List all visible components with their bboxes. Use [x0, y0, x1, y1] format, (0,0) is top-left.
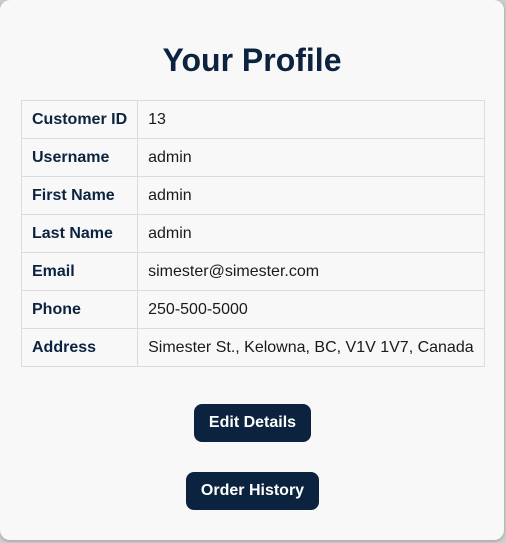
row-label: Address: [20, 328, 139, 367]
order-history-button[interactable]: Order History: [186, 472, 319, 510]
row-label: Email: [20, 252, 139, 291]
table-row-address: Address Simester St., Kelowna, BC, V1V 1…: [20, 328, 485, 367]
row-value: admin: [137, 214, 485, 253]
profile-table: Customer ID 13 Username admin First Name…: [20, 100, 485, 367]
table-row-username: Username admin: [20, 138, 485, 177]
row-value: simester@simester.com: [137, 252, 485, 291]
row-label: Customer ID: [20, 100, 139, 139]
table-row-customer-id: Customer ID 13: [20, 100, 485, 139]
row-label: Username: [20, 138, 139, 177]
row-value: Simester St., Kelowna, BC, V1V 1V7, Cana…: [137, 328, 485, 367]
edit-details-button[interactable]: Edit Details: [194, 404, 311, 442]
table-row-first-name: First Name admin: [20, 176, 485, 215]
table-row-last-name: Last Name admin: [20, 214, 485, 253]
row-value: 250-500-5000: [137, 290, 485, 329]
row-label: Phone: [20, 290, 139, 329]
row-label: Last Name: [20, 214, 139, 253]
row-value: 13: [137, 100, 485, 139]
row-label: First Name: [20, 176, 139, 215]
table-row-phone: Phone 250-500-5000: [20, 290, 485, 329]
row-value: admin: [137, 138, 485, 177]
table-row-email: Email simester@simester.com: [20, 252, 485, 291]
row-value: admin: [137, 176, 485, 215]
profile-card: Your Profile Customer ID 13 Username adm…: [0, 0, 504, 540]
page-title: Your Profile: [162, 42, 342, 78]
